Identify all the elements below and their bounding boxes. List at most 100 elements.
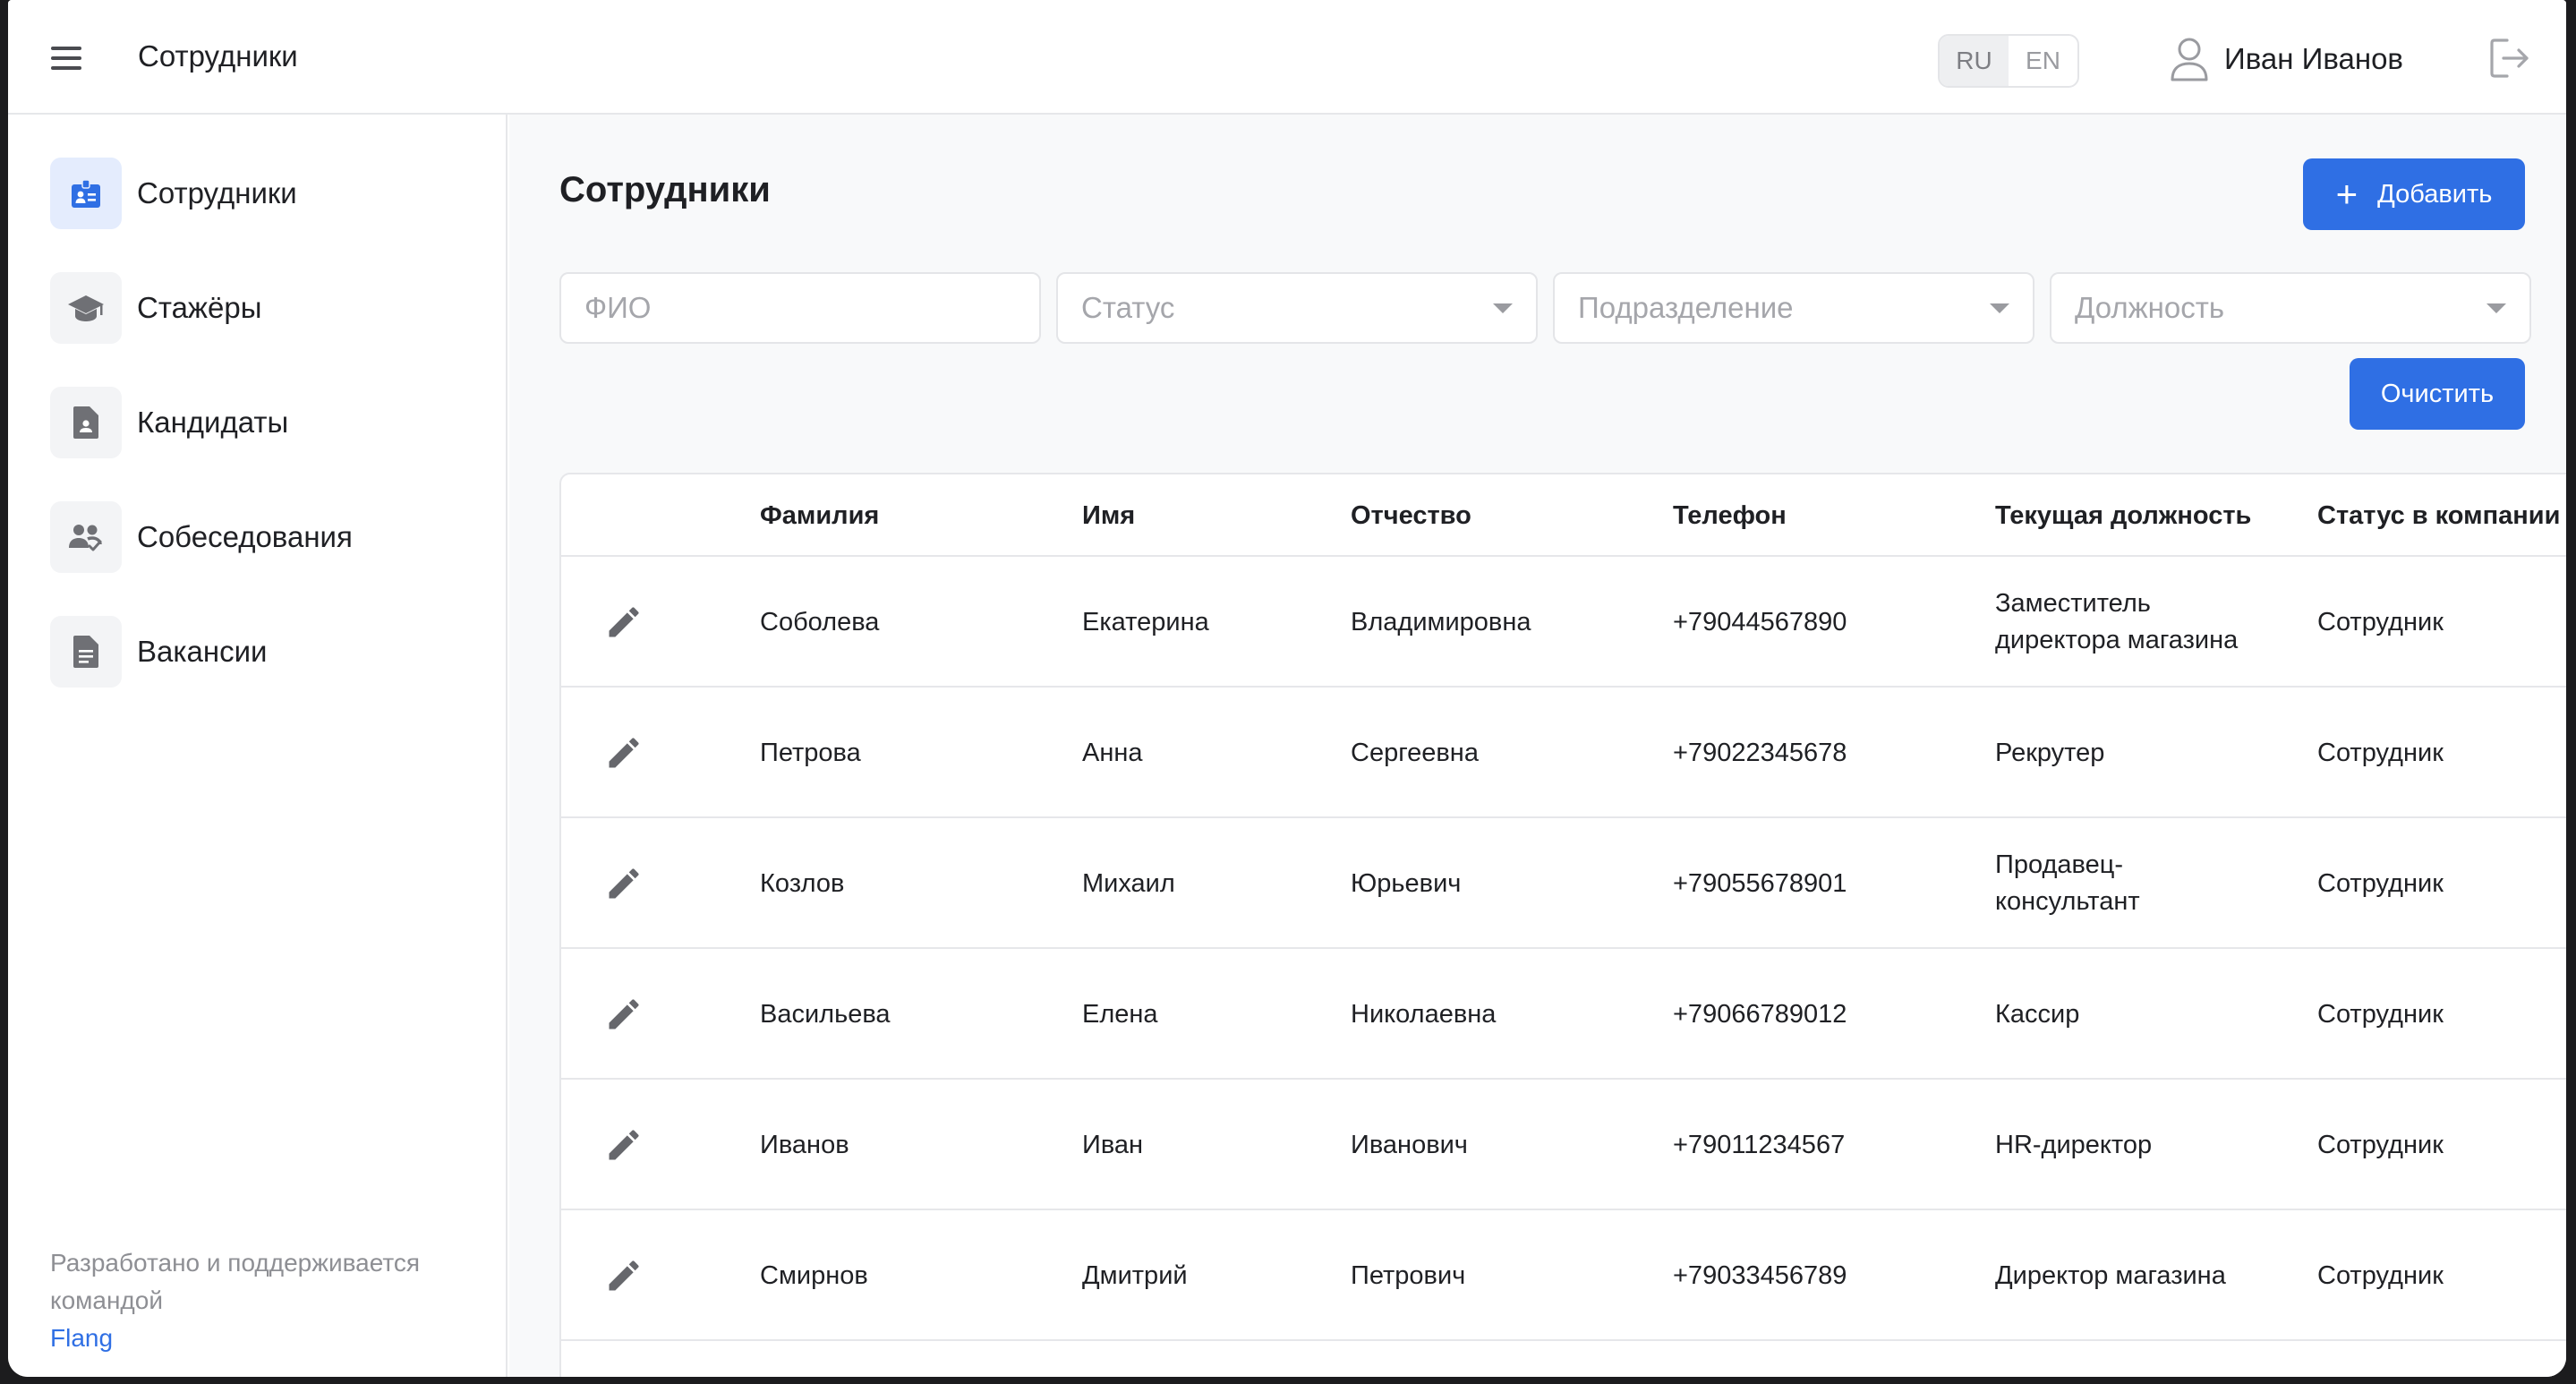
sidebar-item-label: Кандидаты [137, 406, 289, 439]
edit-icon[interactable] [604, 1256, 644, 1295]
sidebar-item-label: Собеседования [137, 520, 353, 553]
cell-position: Рекрутер [1995, 739, 2105, 767]
edit-icon[interactable] [604, 995, 644, 1034]
cell-patronymic: Николаевна [1351, 1000, 1497, 1029]
cell-patronymic: Иванович [1351, 1131, 1468, 1159]
sidebar-item-vacancies[interactable]: Вакансии [50, 616, 267, 688]
sidebar-item-interns[interactable]: Стажёры [50, 272, 261, 344]
cell-status: Сотрудник [2317, 869, 2444, 898]
cell-first-name: Михаил [1082, 869, 1175, 898]
caret-down-icon [1990, 303, 2009, 313]
badge-icon [72, 179, 100, 208]
cell-phone: +79066789012 [1673, 1000, 1847, 1029]
table-row[interactable]: Соболева Екатерина Владимировна +7904456… [561, 557, 2566, 688]
cell-first-name: Анна [1082, 739, 1143, 767]
user-menu[interactable]: Иван Иванов [2169, 36, 2403, 82]
document-icon [73, 636, 98, 668]
cell-phone: +79044567890 [1673, 608, 1847, 636]
sidebar-item-label: Вакансии [137, 635, 268, 668]
add-button-label: Добавить [2377, 179, 2493, 209]
cell-phone: +79055678901 [1673, 869, 1847, 898]
table-row[interactable]: Васильева Елена Николаевна +79066789012 … [561, 949, 2566, 1080]
edit-icon[interactable] [604, 864, 644, 903]
table-row[interactable]: Козлов Михаил Юрьевич +79055678901 Прода… [561, 818, 2566, 949]
cell-patronymic: Сергеевна [1351, 739, 1479, 767]
column-header-status[interactable]: Статус в компании [2317, 501, 2560, 531]
edit-icon[interactable] [604, 602, 644, 642]
person-document-icon [73, 406, 98, 439]
cell-status: Сотрудник [2317, 1261, 2444, 1290]
lang-ru-button[interactable]: RU [1940, 36, 2009, 86]
cell-last-name: Соболева [760, 608, 880, 636]
top-bar: Сотрудники RU EN Иван Иванов [8, 0, 2566, 115]
cell-first-name: Дмитрий [1082, 1261, 1188, 1290]
cell-last-name: Смирнов [760, 1261, 868, 1290]
page-title: Сотрудники [559, 170, 771, 209]
footer-text: Разработано и поддерживается командой [50, 1249, 421, 1314]
position-select-value: Должность [2075, 291, 2225, 324]
sidebar-item-interviews[interactable]: Собеседования [50, 501, 353, 573]
edit-icon[interactable] [604, 733, 644, 773]
sidebar-footer: Разработано и поддерживается командой Fl… [50, 1244, 506, 1357]
nav-icon-container [50, 501, 122, 573]
user-name: Иван Иванов [2224, 42, 2403, 75]
menu-icon[interactable] [49, 45, 85, 72]
status-select-value: Статус [1081, 291, 1175, 324]
department-select-value: Подразделение [1578, 291, 1794, 324]
people-interview-icon [69, 525, 102, 551]
column-header-last-name[interactable]: Фамилия [760, 501, 879, 531]
cell-status: Сотрудник [2317, 608, 2444, 636]
cell-patronymic: Юрьевич [1351, 869, 1462, 898]
app-window: Сотрудники RU EN Иван Иванов Сотрудники … [8, 0, 2566, 1377]
cell-patronymic: Петрович [1351, 1261, 1466, 1290]
cell-position: HR-директор [1995, 1131, 2153, 1159]
nav-icon-container [50, 272, 122, 344]
table-row[interactable]: Петрова Анна Сергеевна +79022345678 Рекр… [561, 688, 2566, 818]
table-row[interactable]: Смирнов Дмитрий Петрович +79033456789 Ди… [561, 1210, 2566, 1341]
cell-position: Директор магазина [1995, 1261, 2226, 1290]
header-title: Сотрудники [138, 39, 298, 73]
graduation-cap-icon [68, 295, 104, 321]
table-row[interactable]: Иванов Иван Иванович +79011234567 HR-дир… [561, 1080, 2566, 1210]
cell-first-name: Екатерина [1082, 608, 1209, 636]
sidebar-item-label: Сотрудники [137, 176, 297, 209]
cell-patronymic: Владимировна [1351, 608, 1531, 636]
nav-icon-container [50, 387, 122, 458]
cell-last-name: Петрова [760, 739, 861, 767]
cell-phone: +79011234567 [1673, 1131, 1846, 1159]
language-switcher: RU EN [1938, 34, 2079, 88]
cell-last-name: Иванов [760, 1131, 849, 1159]
cell-status: Сотрудник [2317, 1000, 2444, 1029]
add-button[interactable]: + Добавить [2303, 158, 2525, 230]
user-icon [2171, 38, 2208, 81]
cell-position: Продавец-консультант [1995, 850, 2140, 916]
edit-icon[interactable] [604, 1125, 644, 1165]
cell-status: Сотрудник [2317, 739, 2444, 767]
clear-filters-button[interactable]: Очистить [2350, 358, 2525, 430]
logout-icon[interactable] [2487, 36, 2532, 81]
nav-icon-container [50, 158, 122, 229]
employees-table: Фамилия Имя Отчество Телефон Текущая дол… [559, 473, 2566, 1377]
fio-input[interactable] [584, 291, 1016, 325]
footer-link[interactable]: Flang [50, 1324, 113, 1352]
sidebar: Сотрудники Стажёры Кандидаты Собеседован… [8, 115, 508, 1377]
department-select[interactable]: Подразделение [1553, 272, 2034, 344]
fio-search-field[interactable] [559, 272, 1041, 344]
column-header-first-name[interactable]: Имя [1082, 501, 1135, 531]
lang-en-button[interactable]: EN [2009, 36, 2077, 86]
cell-first-name: Елена [1082, 1000, 1158, 1029]
plus-icon: + [2335, 173, 2358, 215]
sidebar-item-employees[interactable]: Сотрудники [50, 158, 297, 229]
cell-position: Заместитель директора магазина [1995, 589, 2239, 654]
position-select[interactable]: Должность [2050, 272, 2531, 344]
caret-down-icon [1493, 303, 1513, 313]
column-header-position[interactable]: Текущая должность [1995, 501, 2251, 531]
cell-last-name: Козлов [760, 869, 845, 898]
sidebar-item-candidates[interactable]: Кандидаты [50, 387, 288, 458]
status-select[interactable]: Статус [1056, 272, 1538, 344]
cell-last-name: Васильева [760, 1000, 891, 1029]
cell-position: Кассир [1995, 1000, 2080, 1029]
main-content: Сотрудники + Добавить Статус Подразделен… [509, 115, 2566, 1377]
column-header-patronymic[interactable]: Отчество [1351, 501, 1471, 531]
column-header-phone[interactable]: Телефон [1673, 501, 1787, 531]
